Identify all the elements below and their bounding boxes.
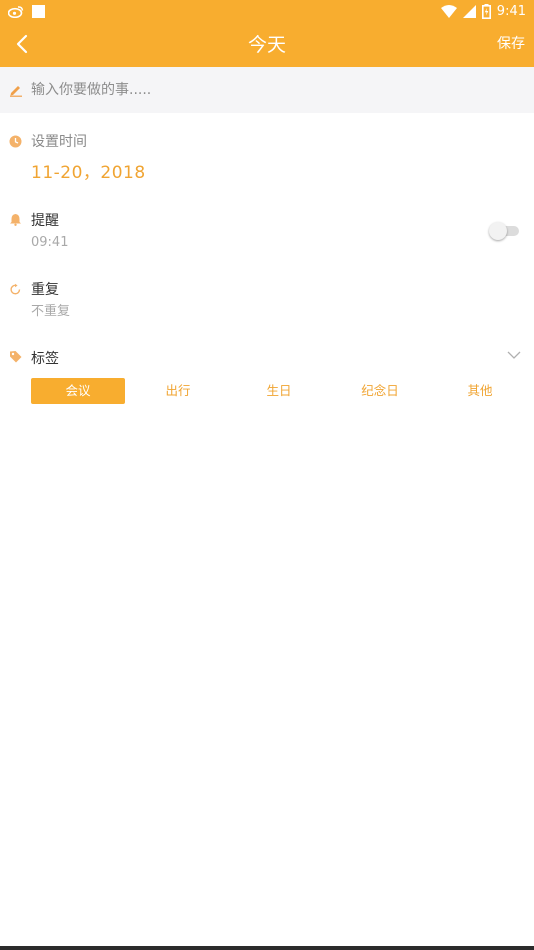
date-value[interactable]: 11-20，2018: [31, 162, 146, 184]
pencil-icon: [10, 86, 22, 97]
repeat-label: 重复: [31, 282, 59, 298]
reminder-time: 09:41: [31, 235, 69, 250]
chevron-down-icon[interactable]: [507, 350, 521, 360]
tag-selector: 会议 出行 生日 纪念日 其他: [31, 378, 521, 404]
set-time-label: 设置时间: [31, 134, 87, 150]
status-left: [8, 3, 45, 19]
tag-anniversary[interactable]: 纪念日: [333, 378, 427, 404]
tag-travel[interactable]: 出行: [131, 378, 225, 404]
status-right: 9:41: [440, 2, 526, 20]
reminder-toggle[interactable]: [489, 222, 521, 240]
save-button[interactable]: 保存: [497, 35, 525, 53]
clock-icon: [9, 135, 22, 148]
wifi-icon: [440, 4, 457, 18]
bell-icon: [10, 214, 21, 226]
notification-square-icon: [32, 4, 45, 18]
cell-signal-icon: [462, 4, 476, 18]
repeat-icon: [10, 283, 21, 295]
task-input-row: [0, 67, 534, 113]
reminder-label: 提醒: [31, 213, 59, 229]
tag-other[interactable]: 其他: [433, 378, 527, 404]
tag-birthday[interactable]: 生日: [232, 378, 326, 404]
repeat-value[interactable]: 不重复: [31, 304, 70, 320]
status-time: 9:41: [496, 3, 526, 19]
weibo-icon: [8, 5, 24, 18]
tag-meeting[interactable]: 会议: [31, 378, 125, 404]
app-bar: 今天 保存: [0, 22, 534, 67]
task-input[interactable]: [31, 78, 511, 102]
page-title: 今天: [247, 34, 286, 56]
battery-icon: [481, 3, 491, 19]
toggle-thumb: [489, 222, 507, 240]
tag-icon: [10, 351, 22, 363]
tags-label: 标签: [31, 351, 59, 367]
bottom-edge: [0, 946, 534, 950]
status-bar: 9:41: [0, 0, 534, 22]
